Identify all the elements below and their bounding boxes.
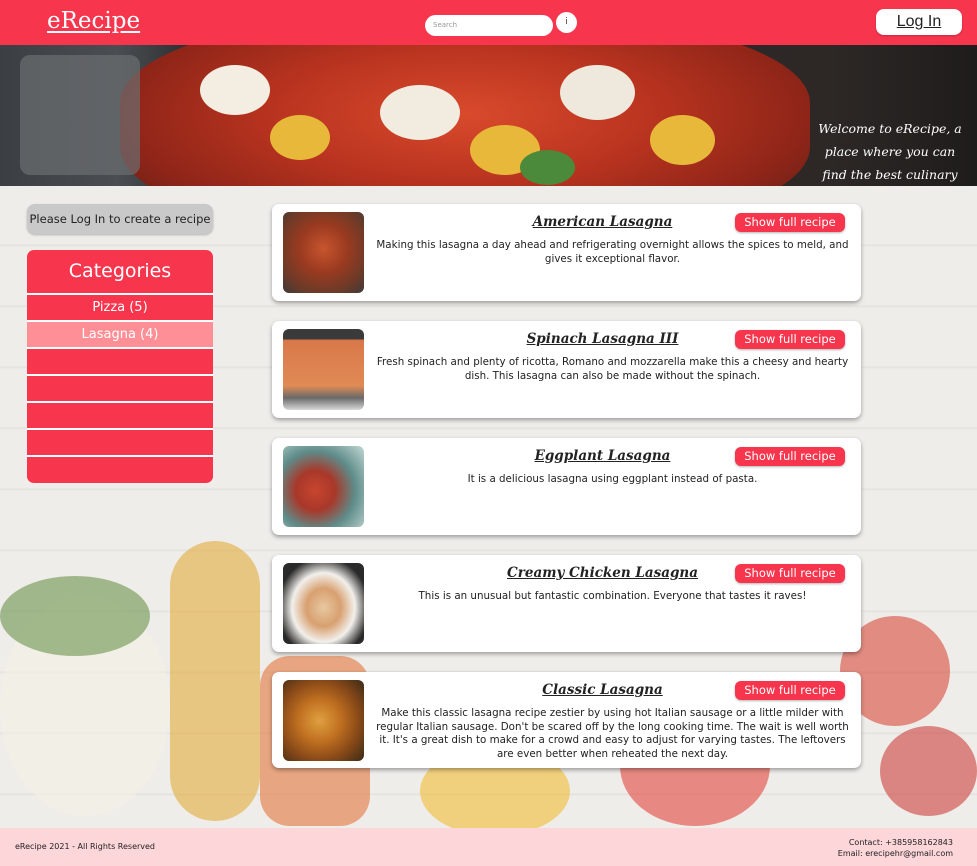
hero-gnocchi xyxy=(270,115,330,160)
category-item-lasagna[interactable]: Lasagna (4) xyxy=(27,322,213,349)
hero-cheese xyxy=(560,65,635,120)
category-item-pizza[interactable]: Pizza (5) xyxy=(27,295,213,322)
categories-title: Categories xyxy=(27,250,213,295)
category-item-empty[interactable] xyxy=(27,403,213,430)
hero-banner: Welcome to eRecipe, a place where you ca… xyxy=(0,45,977,186)
search-button[interactable]: i xyxy=(556,12,577,33)
recipe-description: Make this classic lasagna recipe zestier… xyxy=(376,707,849,760)
recipe-thumbnail xyxy=(283,446,364,527)
recipe-thumbnail xyxy=(283,212,364,293)
footer: eRecipe 2021 - All Rights Reserved Conta… xyxy=(0,828,977,866)
hero-basil xyxy=(520,150,575,185)
bg-tomato xyxy=(880,726,977,816)
show-full-recipe-button[interactable]: Show full recipe xyxy=(735,447,845,466)
top-navbar: eRecipe i Log In xyxy=(0,0,977,45)
recipe-description: Making this lasagna a day ahead and refr… xyxy=(376,239,849,265)
logo[interactable]: eRecipe xyxy=(47,8,140,34)
recipe-description: Fresh spinach and plenty of ricotta, Rom… xyxy=(376,356,849,382)
contact-info: Contact: +385958162843 Email: erecipehr@… xyxy=(838,837,953,859)
category-item-empty[interactable] xyxy=(27,349,213,376)
category-item-empty[interactable] xyxy=(27,457,213,482)
contact-phone: Contact: +385958162843 xyxy=(848,838,953,847)
recipe-thumbnail xyxy=(283,563,364,644)
recipe-card: Eggplant Lasagna Show full recipe It is … xyxy=(272,438,861,535)
bg-squash xyxy=(170,541,260,821)
category-item-empty[interactable] xyxy=(27,430,213,457)
login-notice: Please Log In to create a recipe xyxy=(27,204,213,234)
recipe-description: It is a delicious lasagna using eggplant… xyxy=(467,473,758,485)
hero-cloth xyxy=(20,55,140,175)
categories-panel: Categories Pizza (5) Lasagna (4) xyxy=(27,250,213,483)
recipe-card: Spinach Lasagna III Show full recipe Fre… xyxy=(272,321,861,418)
copyright-text: eRecipe 2021 - All Rights Reserved xyxy=(15,842,156,851)
hero-cheese xyxy=(380,85,460,140)
show-full-recipe-button[interactable]: Show full recipe xyxy=(735,564,845,583)
bg-cucumber xyxy=(0,576,150,656)
search-input[interactable] xyxy=(425,14,553,36)
show-full-recipe-button[interactable]: Show full recipe xyxy=(735,213,845,232)
recipe-thumbnail xyxy=(283,329,364,410)
hero-gnocchi xyxy=(650,115,715,165)
show-full-recipe-button[interactable]: Show full recipe xyxy=(735,330,845,349)
welcome-text: Welcome to eRecipe, a place where you ca… xyxy=(818,121,962,182)
login-button[interactable]: Log In xyxy=(876,9,962,35)
category-item-empty[interactable] xyxy=(27,376,213,403)
hero-cheese xyxy=(200,65,270,115)
recipe-card: American Lasagna Show full recipe Making… xyxy=(272,204,861,301)
recipe-card: Classic Lasagna Show full recipe Make th… xyxy=(272,672,861,768)
recipe-card: Creamy Chicken Lasagna Show full recipe … xyxy=(272,555,861,652)
recipe-thumbnail xyxy=(283,680,364,761)
recipe-description: This is an unusual but fantastic combina… xyxy=(418,590,807,602)
contact-email[interactable]: Email: erecipehr@gmail.com xyxy=(838,848,953,859)
search-bar: i xyxy=(425,12,577,36)
show-full-recipe-button[interactable]: Show full recipe xyxy=(735,681,845,700)
